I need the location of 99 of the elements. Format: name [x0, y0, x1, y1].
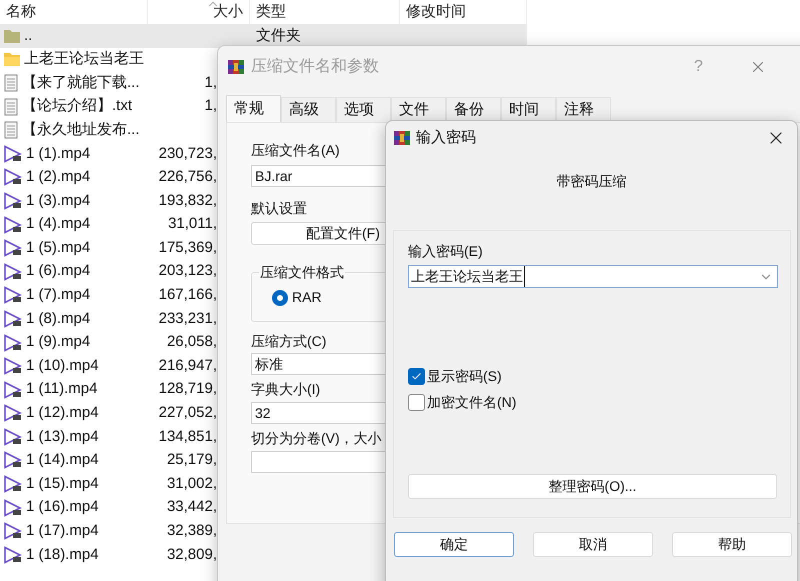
file-name: 1 (10).mp4	[26, 356, 99, 376]
video-file-icon	[3, 144, 23, 163]
file-size: 1,	[204, 72, 217, 93]
file-name: ..	[24, 26, 32, 46]
checkbox-label: 加密文件名(N)	[427, 392, 516, 412]
document-icon	[3, 74, 19, 92]
window-title: 输入密码	[416, 128, 476, 148]
file-name: 1 (15).mp4	[26, 474, 99, 494]
file-name: 1 (2).mp4	[26, 167, 90, 188]
file-size: 216,947,	[158, 356, 217, 376]
file-size: 175,369,	[158, 238, 217, 258]
video-file-icon	[3, 357, 23, 376]
file-name: 1 (4).mp4	[26, 214, 90, 234]
tab[interactable]: 注释	[556, 97, 611, 122]
video-file-icon	[3, 522, 23, 540]
video-file-icon	[3, 334, 23, 352]
file-name: 上老王论坛当老王	[24, 49, 144, 70]
video-file-icon	[3, 192, 23, 210]
file-name: 1 (16).mp4	[26, 497, 99, 518]
video-file-icon	[3, 428, 23, 446]
file-size: 167,166,	[158, 285, 217, 306]
video-file-icon	[3, 451, 23, 470]
archive-books-icon	[393, 129, 411, 147]
file-name: 1 (11).mp4	[26, 379, 98, 400]
video-file-icon	[3, 168, 23, 186]
radio-label: RAR	[292, 288, 322, 307]
file-name: 1 (6).mp4	[26, 261, 90, 282]
tab[interactable]: 选项	[336, 97, 391, 122]
folder-icon	[3, 51, 21, 68]
file-row[interactable]: .. 文件夹	[0, 24, 527, 48]
video-file-icon	[3, 262, 23, 281]
video-file-icon	[3, 498, 23, 517]
video-file-icon	[3, 404, 23, 422]
dialog-button[interactable]: 帮助	[672, 532, 792, 557]
file-name: 1 (5).mp4	[26, 238, 90, 258]
file-name: 1 (3).mp4	[26, 190, 90, 211]
dialog-button[interactable]: 取消	[533, 532, 653, 557]
file-size: 230,723,	[158, 144, 217, 164]
document-icon	[3, 121, 19, 140]
file-size: 193,832,	[158, 190, 217, 211]
file-size: 25,179,	[166, 450, 217, 470]
tab[interactable]: 时间	[501, 97, 556, 122]
file-name: 1 (7).mp4	[26, 285, 90, 306]
field-label: 压缩方式(C)	[251, 332, 328, 351]
file-size: 26,058,	[166, 332, 217, 352]
field-label: 字典大小(I)	[251, 380, 322, 399]
check-icon	[411, 370, 422, 382]
checkbox-label: 显示密码(S)	[427, 366, 502, 386]
folder-icon	[3, 28, 21, 44]
file-name: 1 (8).mp4	[26, 308, 90, 329]
archive-books-icon	[227, 58, 245, 76]
field-label: 切分为分卷(V)，大小	[251, 429, 383, 448]
file-name: 1 (18).mp4	[26, 544, 99, 565]
file-name: 【论坛介绍】.txt	[22, 96, 132, 116]
checkbox[interactable]	[408, 368, 425, 384]
file-name: 1 (17).mp4	[26, 521, 99, 542]
video-file-icon	[3, 216, 23, 234]
file-size: 134,851,	[158, 426, 217, 447]
file-size: 203,123,	[158, 261, 217, 282]
group-title: 压缩文件格式	[259, 262, 345, 282]
organize-passwords-button[interactable]: 整理密码(O)...	[408, 474, 777, 499]
file-size: 31,002,	[166, 474, 217, 494]
file-type: 文件夹	[256, 26, 301, 46]
video-file-icon	[3, 546, 23, 564]
file-name: 【来了就能下载...	[22, 72, 140, 93]
video-file-icon	[3, 286, 23, 304]
dialog-heading: 带密码压缩	[556, 172, 626, 191]
file-size: 32,389,	[166, 521, 217, 542]
tab[interactable]: 常规	[226, 95, 281, 122]
tab[interactable]: 备份	[446, 97, 501, 122]
file-name: 【永久地址发布...	[22, 120, 140, 140]
file-size: 31,011,	[168, 214, 217, 234]
document-icon	[3, 98, 19, 116]
file-size: 227,052,	[158, 403, 217, 424]
video-file-icon	[3, 310, 23, 328]
field-label: 压缩文件名(A)	[251, 141, 341, 160]
file-name: 1 (1).mp4	[26, 144, 90, 164]
video-file-icon	[3, 239, 23, 258]
checkbox[interactable]	[408, 394, 425, 410]
tab[interactable]: 高级	[281, 97, 336, 122]
file-size: 33,442,	[166, 497, 217, 518]
file-size: 233,231,	[158, 308, 217, 329]
file-size: 32,809,	[166, 544, 217, 565]
window-title: 压缩文件名和参数	[251, 56, 379, 77]
dialog-button[interactable]: 确定	[394, 532, 514, 557]
password-combobox[interactable]: 上老王论坛当老王	[408, 265, 778, 288]
file-size: 128,719,	[158, 379, 217, 400]
video-file-icon	[3, 380, 23, 399]
file-name: 1 (14).mp4	[26, 450, 99, 470]
video-file-icon	[3, 475, 23, 494]
file-size: 1,	[204, 96, 217, 116]
file-name: 1 (9).mp4	[26, 332, 90, 352]
tab[interactable]: 文件	[391, 97, 446, 122]
radio-button[interactable]	[272, 290, 288, 306]
file-size: 226,756,	[158, 167, 217, 188]
file-name: 1 (13).mp4	[26, 426, 99, 447]
field-label: 默认设置	[251, 199, 308, 218]
field-label: 输入密码(E)	[408, 242, 484, 261]
file-name: 1 (12).mp4	[26, 403, 99, 424]
